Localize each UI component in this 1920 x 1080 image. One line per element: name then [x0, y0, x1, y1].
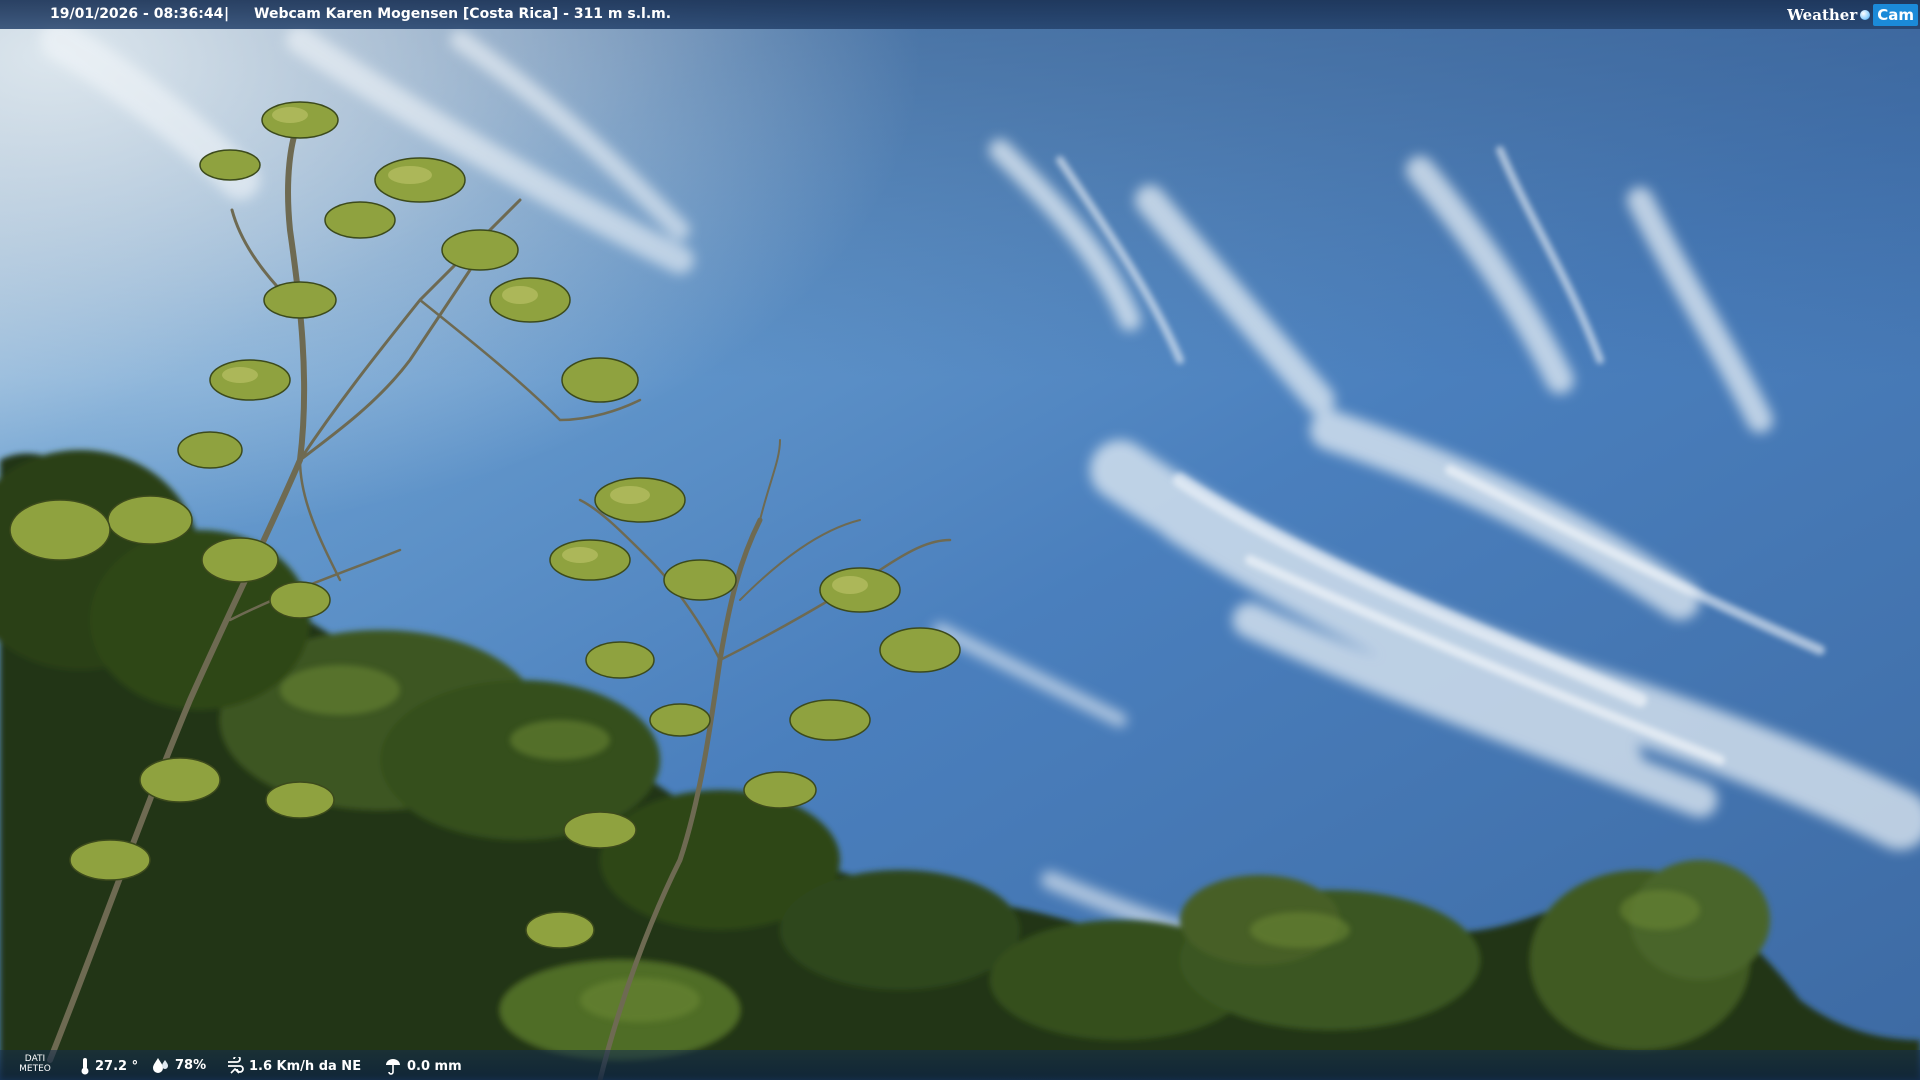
humidity-drop-icon	[153, 1058, 168, 1073]
logo-globe-icon	[1860, 9, 1871, 20]
humidity-reading: 78%	[152, 1057, 206, 1073]
weather-data-bar: DATI METEO 27.2 ° 78% 1.6 Km/h da NE 0.0…	[0, 1050, 1920, 1080]
rain-icon	[386, 1059, 400, 1075]
wind-icon	[228, 1057, 244, 1074]
dati-label-line2: METEO	[19, 1064, 51, 1074]
header-bar: 19/01/2026 - 08:36:44 | Webcam Karen Mog…	[0, 0, 1920, 29]
webcam-frame: 19/01/2026 - 08:36:44 | Webcam Karen Mog…	[0, 0, 1920, 1080]
dati-meteo-label: DATI METEO	[18, 1054, 52, 1074]
logo-word: Weather	[1787, 5, 1858, 24]
thermometer-icon	[81, 1058, 89, 1075]
wind-reading: 1.6 Km/h da NE	[226, 1057, 361, 1075]
webcam-image	[0, 0, 1920, 1080]
logo-cam: Cam	[1873, 3, 1918, 26]
temperature-value: 27.2 °	[95, 1058, 139, 1074]
webcam-title: Webcam Karen Mogensen [Costa Rica] - 311…	[254, 6, 672, 22]
timestamp: 19/01/2026 - 08:36:44	[50, 6, 224, 22]
weathercam-logo[interactable]: Weather Cam	[1787, 2, 1918, 27]
humidity-value: 78%	[175, 1057, 207, 1073]
rain-value: 0.0 mm	[407, 1058, 462, 1074]
temperature-reading: 27.2 °	[80, 1057, 138, 1075]
rain-reading: 0.0 mm	[384, 1057, 462, 1075]
header-separator: |	[224, 6, 230, 22]
wind-value: 1.6 Km/h da NE	[249, 1058, 362, 1074]
dati-label-line1: DATI	[24, 1054, 46, 1064]
